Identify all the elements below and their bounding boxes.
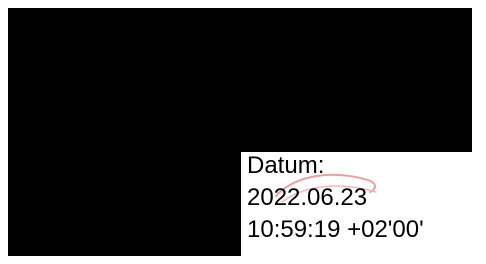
redacted-region <box>8 8 472 152</box>
redacted-region-lower <box>8 152 241 256</box>
date-label: Datum: <box>247 152 325 179</box>
digital-signature-info: Datum: 2022.06.23 10:59:19 +02'00' <box>247 150 477 246</box>
signature-date: 2022.06.23 <box>247 184 368 211</box>
signature-time: 10:59:19 +02'00' <box>247 216 424 243</box>
